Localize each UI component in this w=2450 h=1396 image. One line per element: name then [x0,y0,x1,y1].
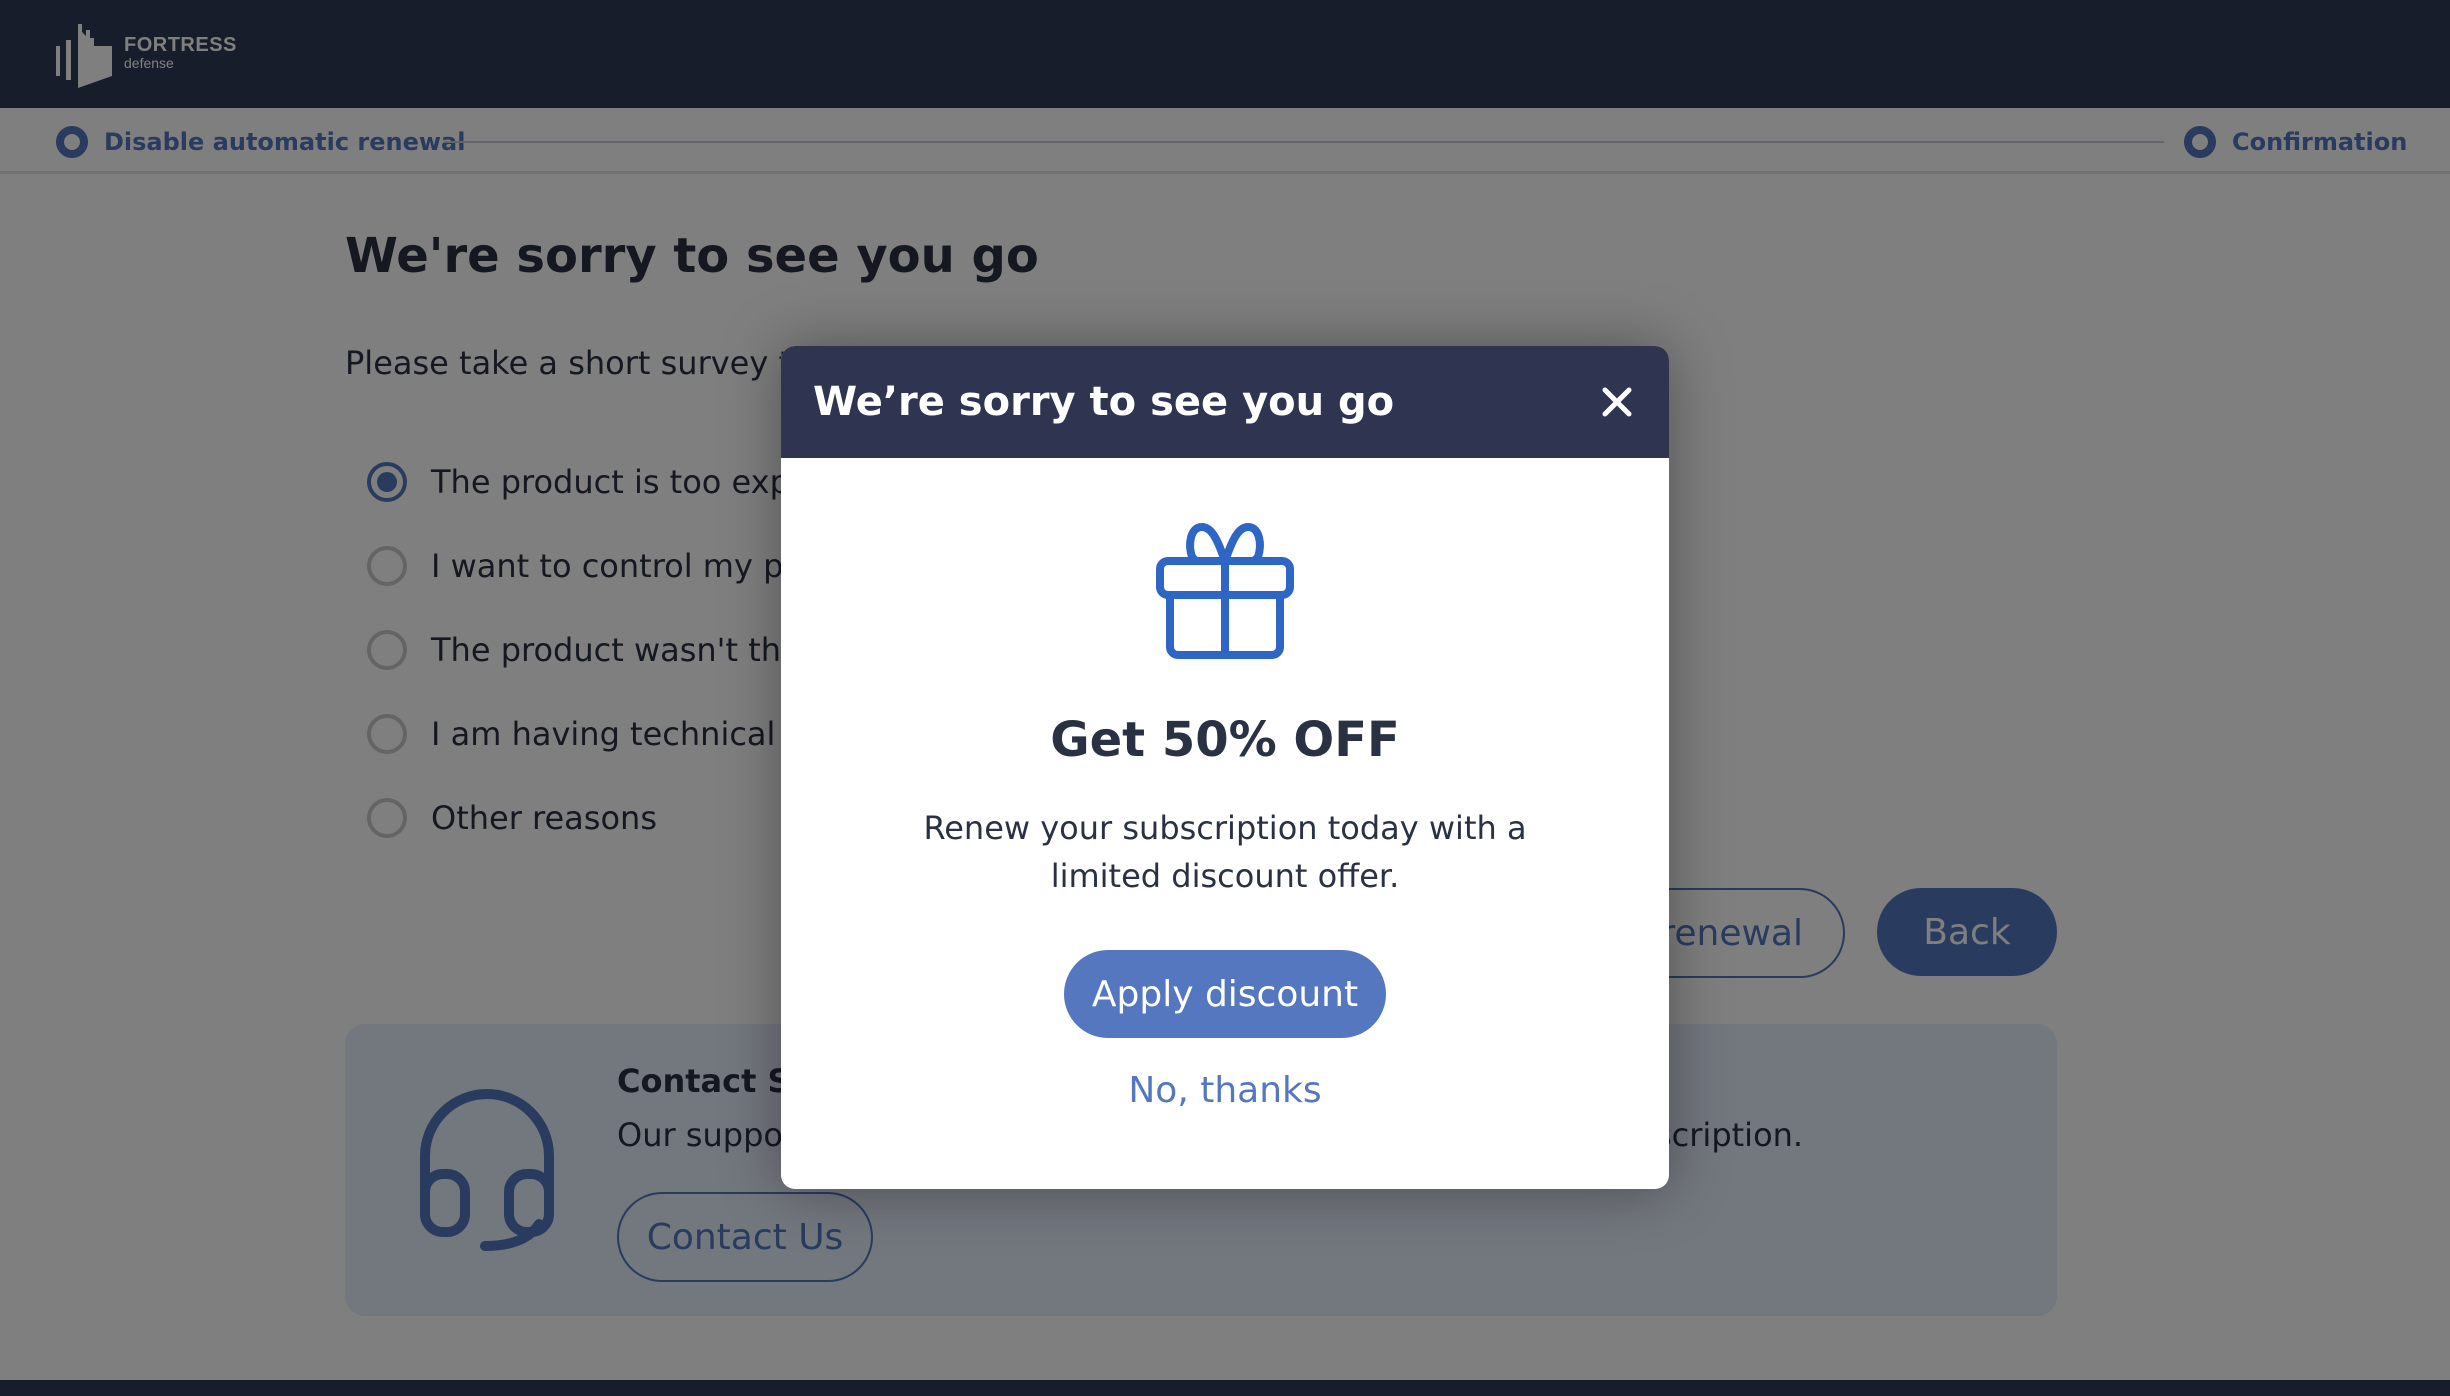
apply-discount-button[interactable]: Apply discount [1064,950,1386,1038]
close-button[interactable] [1597,382,1637,422]
modal-title: We’re sorry to see you go [813,379,1395,425]
gift-icon [1156,523,1294,659]
no-thanks-link[interactable]: No, thanks [781,1070,1669,1111]
close-icon [1602,387,1632,417]
modal-body: Get 50% OFF Renew your subscription toda… [781,458,1669,1189]
modal-header: We’re sorry to see you go [781,346,1669,458]
offer-title: Get 50% OFF [1050,712,1400,768]
retention-offer-modal: We’re sorry to see you go Get 50% OFF Re… [781,346,1669,1189]
offer-description: Renew your subscription today with a lim… [923,809,1527,895]
